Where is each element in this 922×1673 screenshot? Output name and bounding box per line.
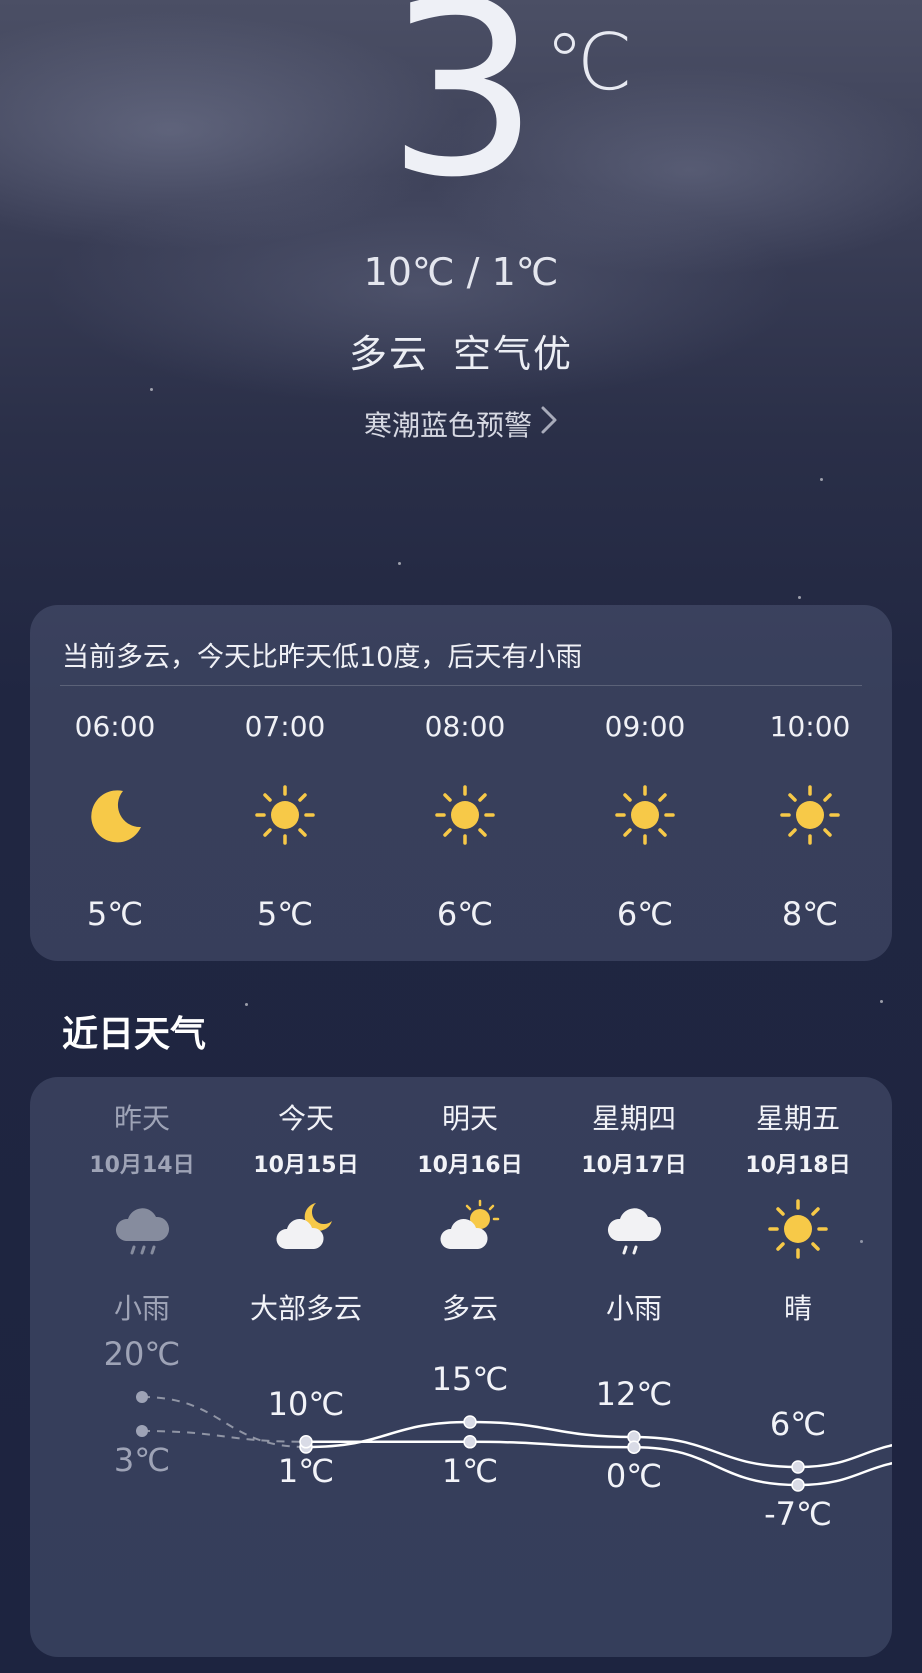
sun-icon xyxy=(433,783,497,847)
moon-icon xyxy=(83,783,147,847)
temperature-unit: ℃ xyxy=(545,18,633,108)
hour-temp: 6℃ xyxy=(616,895,674,933)
hour-time: 07:00 xyxy=(244,710,326,743)
low-temp-point xyxy=(463,1435,477,1449)
current-temperature-value: 3 xyxy=(386,0,540,230)
weather-alert-link[interactable]: 寒潮蓝色预警 xyxy=(0,404,922,444)
low-temp-label: 0℃ xyxy=(605,1457,663,1496)
star xyxy=(245,1003,248,1006)
low-temp-point xyxy=(791,1478,805,1492)
hour-temp: 5℃ xyxy=(256,895,314,933)
current-temperature: 3 ℃ xyxy=(0,0,922,210)
condition-text: 多云 xyxy=(348,332,429,376)
star xyxy=(798,596,801,599)
chevron-right-icon xyxy=(540,405,558,443)
star xyxy=(150,388,153,391)
alert-text: 寒潮蓝色预警 xyxy=(363,409,532,442)
high-temp-label: 15℃ xyxy=(431,1360,509,1398)
divider xyxy=(60,685,862,686)
section-title-daily: 近日天气 xyxy=(62,1014,207,1055)
sun-icon xyxy=(778,783,842,847)
low-temp-point xyxy=(627,1440,641,1454)
high-temp-label: 10℃ xyxy=(267,1385,345,1423)
daily-forecast-card[interactable]: 昨天 10月14日 小雨 今天 10月15日 大部多云 明天 10月16日 多云… xyxy=(30,1077,892,1657)
air-quality-text: 空气优 xyxy=(453,332,574,376)
high-temp-label: 12℃ xyxy=(595,1375,673,1413)
hour-time: 10:00 xyxy=(769,710,851,743)
low-temp-label: 1℃ xyxy=(441,1451,499,1490)
high-temp-point xyxy=(463,1415,477,1429)
low-temp-point xyxy=(136,1425,148,1437)
hourly-forecast-card[interactable]: 当前多云，今天比昨天低10度，后天有小雨 06:00 5℃ 07:00 5℃ 0… xyxy=(30,605,892,961)
high-low-temperature: 10℃ / 1℃ xyxy=(363,250,559,294)
high-temp-point xyxy=(791,1460,805,1474)
low-temp-label: 1℃ xyxy=(277,1451,335,1490)
condition-line: 多云 空气优 xyxy=(0,323,922,378)
low-temp-label: -7℃ xyxy=(764,1495,832,1533)
hour-time: 09:00 xyxy=(604,710,686,743)
star xyxy=(880,1000,883,1003)
hour-temp: 5℃ xyxy=(86,895,144,933)
hour-temp: 8℃ xyxy=(781,895,839,933)
hour-time: 06:00 xyxy=(74,710,156,743)
star xyxy=(398,562,401,565)
high-temp-label: 6℃ xyxy=(769,1405,827,1443)
low-temp-label: 3℃ xyxy=(113,1441,171,1479)
sun-icon xyxy=(613,783,677,847)
star xyxy=(820,478,823,481)
high-temp-label: 20℃ xyxy=(103,1335,181,1373)
weather-summary: 当前多云，今天比昨天低10度，后天有小雨 xyxy=(62,642,583,673)
hour-time: 08:00 xyxy=(424,710,506,743)
sun-icon xyxy=(253,783,317,847)
low-temp-point xyxy=(299,1435,313,1449)
hour-temp: 6℃ xyxy=(436,895,494,933)
high-temp-point xyxy=(136,1391,148,1403)
